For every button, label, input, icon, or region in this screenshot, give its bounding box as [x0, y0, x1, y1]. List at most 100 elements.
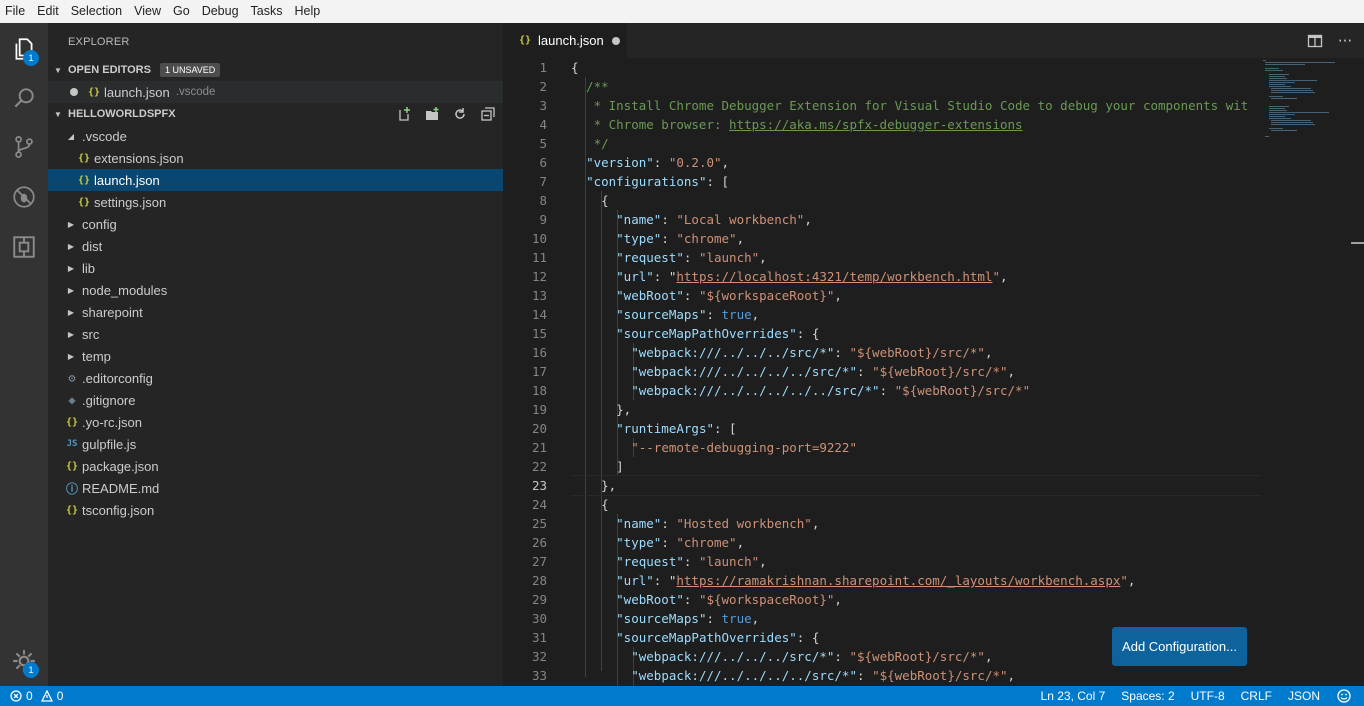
add-configuration-button[interactable]: Add Configuration... — [1112, 627, 1247, 666]
activity-explorer[interactable]: 1 — [0, 25, 48, 73]
tree-item[interactable]: {} tsconfig.json — [48, 499, 503, 521]
code-line[interactable]: "webRoot": "${workspaceRoot}", — [571, 286, 1261, 305]
menu-view[interactable]: View — [128, 0, 167, 23]
activity-source-control[interactable] — [0, 123, 48, 171]
tree-item[interactable]: ⚙ .editorconfig — [48, 367, 503, 389]
code-line[interactable]: "webpack:///../../../../src/*": "${webRo… — [571, 362, 1261, 381]
line-number: 19 — [531, 402, 547, 417]
activity-manage[interactable]: 1 — [0, 637, 48, 685]
project-header[interactable]: ▼ HELLOWORLDSPFX — [48, 103, 503, 125]
new-folder-button[interactable] — [423, 105, 441, 123]
status-right: Ln 23, Col 7 Spaces: 2 UTF-8 CRLF JSON — [1041, 689, 1364, 703]
tree-item[interactable]: ⓘ README.md — [48, 477, 503, 499]
activity-bar: 1 1 — [0, 23, 48, 686]
tree-item[interactable]: ◆ .gitignore — [48, 389, 503, 411]
menu-file[interactable]: File — [0, 0, 31, 23]
problems-indicator[interactable]: 0 0 — [0, 689, 63, 703]
feedback-smiley-icon[interactable] — [1336, 689, 1352, 703]
tree-item-label: extensions.json — [94, 150, 184, 166]
open-editor-item[interactable]: {} launch.json .vscode — [48, 81, 503, 103]
vertical-scrollbar[interactable] — [1351, 58, 1364, 686]
unsaved-dot-icon — [70, 88, 78, 96]
menu-selection[interactable]: Selection — [65, 0, 128, 23]
line-number: 8 — [539, 193, 547, 208]
menu-tasks[interactable]: Tasks — [245, 0, 289, 23]
unsaved-dot-icon[interactable] — [612, 37, 620, 45]
code-line[interactable]: { — [571, 191, 1261, 210]
collapse-all-button[interactable] — [479, 105, 497, 123]
line-number: 2 — [539, 79, 547, 94]
code-line[interactable]: }, — [571, 400, 1261, 419]
cursor-position[interactable]: Ln 23, Col 7 — [1041, 689, 1106, 703]
tree-item[interactable]: {} extensions.json — [48, 147, 503, 169]
tree-item[interactable]: ▶ sharepoint — [48, 301, 503, 323]
json-file-icon: {} — [77, 152, 91, 164]
tree-item[interactable]: ▶ dist — [48, 235, 503, 257]
language-mode[interactable]: JSON — [1288, 689, 1320, 703]
activity-extensions[interactable] — [0, 223, 48, 271]
code-line[interactable]: "webRoot": "${workspaceRoot}", — [571, 590, 1261, 609]
tree-item[interactable]: ▶ src — [48, 323, 503, 345]
status-bar: 0 0 Ln 23, Col 7 Spaces: 2 UTF-8 CRLF JS… — [0, 686, 1364, 706]
menu-go[interactable]: Go — [167, 0, 196, 23]
code-line[interactable]: * Install Chrome Debugger Extension for … — [571, 96, 1261, 115]
code-line[interactable]: "version": "0.2.0", — [571, 153, 1261, 172]
code-line[interactable]: "--remote-debugging-port=9222" — [571, 438, 1261, 457]
activity-debug[interactable] — [0, 173, 48, 221]
tab-launch-json[interactable]: {} launch.json — [503, 23, 627, 58]
code-line[interactable]: "sourceMaps": true, — [571, 305, 1261, 324]
tree-item-label: .editorconfig — [82, 370, 153, 386]
code-line[interactable]: "request": "launch", — [571, 552, 1261, 571]
tree-item[interactable]: {} .yo-rc.json — [48, 411, 503, 433]
code-line[interactable]: "webpack:///../../../../../src/*": "${we… — [571, 381, 1261, 400]
code-line[interactable]: "name": "Local workbench", — [571, 210, 1261, 229]
line-number: 14 — [531, 307, 547, 322]
code-line[interactable]: "sourceMaps": true, — [571, 609, 1261, 628]
code-line[interactable]: { — [571, 58, 1261, 77]
code-line[interactable]: /** — [571, 77, 1261, 96]
code-line[interactable]: "url": "https://localhost:4321/temp/work… — [571, 267, 1261, 286]
encoding[interactable]: UTF-8 — [1191, 689, 1225, 703]
code-line[interactable]: "runtimeArgs": [ — [571, 419, 1261, 438]
code-line[interactable]: "configurations": [ — [571, 172, 1261, 191]
code-line[interactable]: "name": "Hosted workbench", — [571, 514, 1261, 533]
code-lines[interactable]: { /** * Install Chrome Debugger Extensio… — [571, 58, 1261, 685]
line-ending[interactable]: CRLF — [1241, 689, 1272, 703]
line-number: 15 — [531, 326, 547, 341]
menu-debug[interactable]: Debug — [196, 0, 245, 23]
code-editor[interactable]: 1 2 3 4 5 6 7 8 9 10 11 12 13 14 15 16 17 18 19 20 21 22 23 24 2… — [503, 58, 1364, 686]
code-line[interactable]: ] — [571, 457, 1261, 476]
tree-item[interactable]: ▶ config — [48, 213, 503, 235]
more-actions-button[interactable]: ··· — [1335, 31, 1355, 51]
tree-item[interactable]: ▶ node_modules — [48, 279, 503, 301]
menu-help[interactable]: Help — [289, 0, 327, 23]
tree-item-label: lib — [82, 260, 96, 276]
split-editor-button[interactable] — [1305, 31, 1325, 51]
code-line[interactable]: "webpack:///../../../../src/*": "${webRo… — [571, 666, 1261, 685]
minimap[interactable] — [1261, 58, 1351, 686]
tree-item[interactable]: {} package.json — [48, 455, 503, 477]
refresh-button[interactable] — [451, 105, 469, 123]
project-label: HELLOWORLDSPFX — [68, 108, 176, 120]
open-editors-header[interactable]: ▼ OPEN EDITORS 1 UNSAVED — [48, 59, 503, 81]
code-line[interactable]: "type": "chrome", — [571, 533, 1261, 552]
activity-search[interactable] — [0, 74, 48, 122]
code-line[interactable]: * Chrome browser: https://aka.ms/spfx-de… — [571, 115, 1261, 134]
tree-item[interactable]: {} launch.json — [48, 169, 503, 191]
code-line[interactable]: { — [571, 495, 1261, 514]
indentation[interactable]: Spaces: 2 — [1121, 689, 1174, 703]
code-line[interactable]: "sourceMapPathOverrides": { — [571, 324, 1261, 343]
new-file-button[interactable] — [395, 105, 413, 123]
tree-item[interactable]: JS gulpfile.js — [48, 433, 503, 455]
tree-item[interactable]: ◢ .vscode — [48, 125, 503, 147]
code-line[interactable]: "type": "chrome", — [571, 229, 1261, 248]
code-line[interactable]: "webpack:///../../../src/*": "${webRoot}… — [571, 343, 1261, 362]
tree-item[interactable]: {} settings.json — [48, 191, 503, 213]
code-line[interactable]: }, — [571, 475, 1261, 496]
code-line[interactable]: "request": "launch", — [571, 248, 1261, 267]
code-line[interactable]: "url": "https://ramakrishnan.sharepoint.… — [571, 571, 1261, 590]
menu-edit[interactable]: Edit — [31, 0, 65, 23]
tree-item[interactable]: ▶ lib — [48, 257, 503, 279]
code-line[interactable]: */ — [571, 134, 1261, 153]
tree-item[interactable]: ▶ temp — [48, 345, 503, 367]
